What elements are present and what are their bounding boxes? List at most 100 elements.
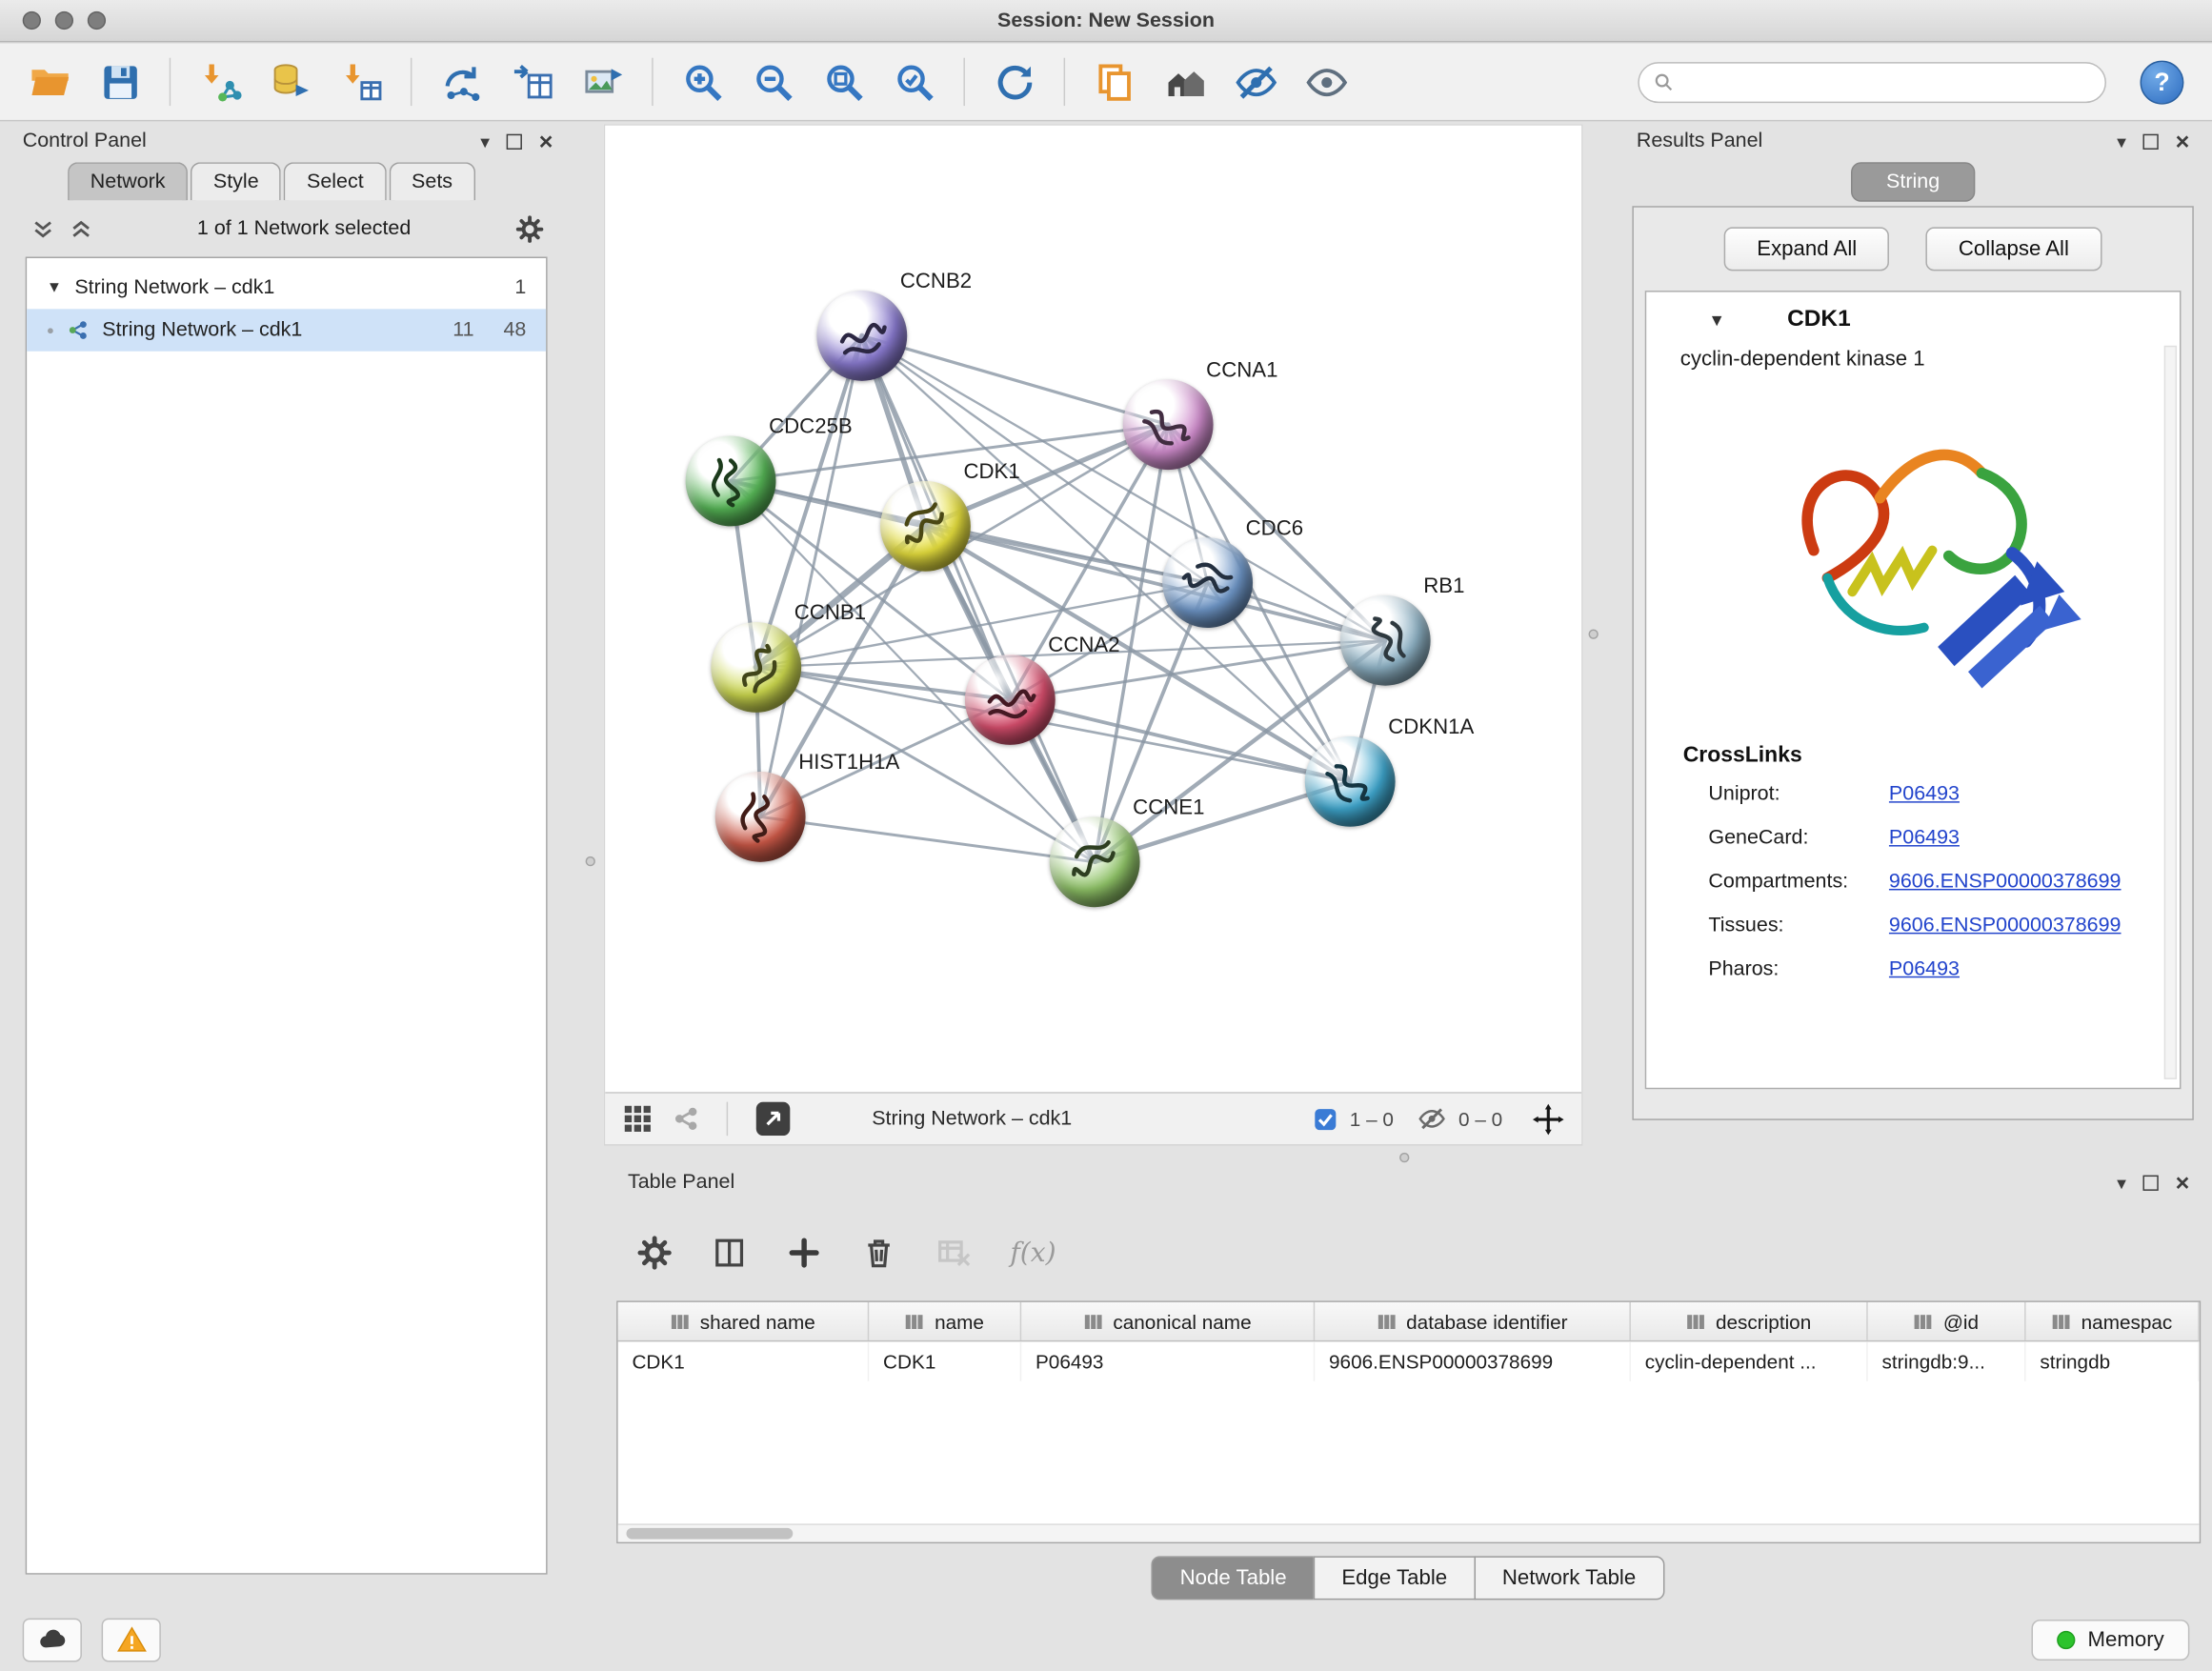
zoom-out-button[interactable]	[743, 52, 802, 111]
refresh-view-button[interactable]	[985, 52, 1044, 111]
panel-float-icon[interactable]	[2143, 1175, 2159, 1190]
save-session-button[interactable]	[90, 52, 150, 111]
cell-shared-name[interactable]: CDK1	[618, 1341, 870, 1380]
column-header[interactable]: shared name	[618, 1302, 870, 1340]
panel-float-icon[interactable]	[507, 133, 522, 149]
tab-node-table[interactable]: Node Table	[1152, 1556, 1315, 1600]
tab-edge-table[interactable]: Edge Table	[1314, 1556, 1476, 1600]
crosslink-link[interactable]: P06493	[1889, 957, 1960, 980]
delete-column-icon[interactable]	[860, 1235, 897, 1272]
column-header[interactable]: namespac	[2026, 1302, 2200, 1340]
network-row-selected[interactable]: ● String Network – cdk1 11 48	[27, 309, 546, 351]
network-node-CCNA2[interactable]	[965, 654, 1056, 745]
tab-select[interactable]: Select	[284, 162, 386, 200]
splitter-handle[interactable]	[1399, 1153, 1409, 1162]
window-close-button[interactable]	[23, 11, 41, 30]
column-header[interactable]: database identifier	[1315, 1302, 1631, 1340]
zoom-selected-button[interactable]	[885, 52, 944, 111]
tab-network[interactable]: Network	[68, 162, 188, 200]
hide-selected-button[interactable]	[1226, 52, 1285, 111]
tab-network-table[interactable]: Network Table	[1474, 1556, 1664, 1600]
cell-id[interactable]: stringdb:9...	[1868, 1341, 2026, 1380]
panel-menu-icon[interactable]: ▾	[480, 131, 490, 150]
collapse-all-button[interactable]: Collapse All	[1926, 227, 2101, 271]
collapse-all-icon[interactable]	[31, 216, 55, 240]
network-node-CCNE1[interactable]	[1050, 816, 1140, 907]
crosslink-link[interactable]: 9606.ENSP00000378699	[1889, 914, 2122, 936]
network-collection-row[interactable]: ▼ String Network – cdk1 1	[27, 267, 546, 309]
expand-all-button[interactable]: Expand All	[1724, 227, 1889, 271]
panel-close-icon[interactable]: ×	[539, 130, 553, 153]
selected-checkbox-icon[interactable]	[1313, 1107, 1337, 1131]
function-builder-button[interactable]: f(x)	[1010, 1238, 1056, 1269]
zoom-fit-button[interactable]	[814, 52, 873, 111]
crosslink-link[interactable]: P06493	[1889, 826, 1960, 849]
splitter-handle[interactable]	[1588, 629, 1598, 638]
window-zoom-button[interactable]	[88, 11, 106, 30]
network-canvas[interactable]: CCNB2CCNA1CDC25BCDK1CDC6RB1CCNB1CCNA2CDK…	[605, 126, 1581, 1092]
network-node-CCNA1[interactable]	[1123, 379, 1214, 470]
home-view-button[interactable]	[1156, 52, 1215, 111]
panel-close-icon[interactable]: ×	[2176, 1170, 2190, 1194]
network-node-CCNB1[interactable]	[711, 622, 801, 713]
scrollbar-thumb[interactable]	[627, 1528, 794, 1540]
column-header[interactable]: @id	[1868, 1302, 2026, 1340]
zoom-in-button[interactable]	[673, 52, 732, 111]
network-node-HIST1H1A[interactable]	[715, 772, 806, 862]
network-node-CDK1[interactable]	[880, 481, 971, 572]
tab-sets[interactable]: Sets	[389, 162, 474, 200]
tab-string[interactable]: String	[1851, 162, 1975, 201]
network-to-table-button[interactable]	[502, 52, 561, 111]
select-columns-icon[interactable]	[711, 1235, 748, 1272]
import-network-database-button[interactable]	[261, 52, 320, 111]
column-header[interactable]: canonical name	[1021, 1302, 1315, 1340]
panel-menu-icon[interactable]: ▾	[2117, 1173, 2126, 1191]
tab-style[interactable]: Style	[191, 162, 281, 200]
memory-button[interactable]: Memory	[2031, 1619, 2189, 1660]
grid-view-icon[interactable]	[622, 1103, 654, 1135]
clone-network-button[interactable]	[432, 52, 491, 111]
birdseye-navigator-icon[interactable]	[1532, 1102, 1564, 1135]
cell-name[interactable]: CDK1	[869, 1341, 1021, 1380]
expand-all-icon[interactable]	[70, 216, 93, 240]
table-row[interactable]: CDK1 CDK1 P06493 9606.ENSP00000378699 cy…	[618, 1341, 2200, 1380]
network-edge-CCNB2-CCNE1[interactable]	[862, 335, 1095, 861]
gene-card-header[interactable]: ▼ CDK1	[1646, 292, 2180, 336]
crosslink-link[interactable]: P06493	[1889, 782, 1960, 805]
splitter-handle[interactable]	[586, 856, 595, 866]
cloud-button[interactable]	[23, 1618, 82, 1661]
window-minimize-button[interactable]	[55, 11, 73, 30]
show-graphics-button[interactable]	[1297, 52, 1356, 111]
crosslink-link[interactable]: 9606.ENSP00000378699	[1889, 870, 2122, 893]
duplicate-document-button[interactable]	[1085, 52, 1144, 111]
network-node-CDKN1A[interactable]	[1305, 736, 1396, 827]
network-node-CDC6[interactable]	[1162, 537, 1253, 628]
disclosure-triangle-icon[interactable]: ▼	[1708, 310, 1725, 330]
cell-canonical-name[interactable]: P06493	[1021, 1341, 1315, 1380]
network-node-RB1[interactable]	[1340, 595, 1431, 686]
panel-float-icon[interactable]	[2143, 133, 2159, 149]
network-node-CDC25B[interactable]	[686, 436, 776, 527]
table-horizontal-scrollbar[interactable]	[618, 1523, 2200, 1541]
cell-namespace[interactable]: stringdb	[2026, 1341, 2200, 1380]
column-header[interactable]: description	[1631, 1302, 1868, 1340]
cell-database-identifier[interactable]: 9606.ENSP00000378699	[1315, 1341, 1631, 1380]
warnings-button[interactable]	[102, 1618, 161, 1661]
import-table-file-button[interactable]	[332, 52, 391, 111]
results-scrollbar[interactable]	[2164, 346, 2177, 1079]
gear-icon[interactable]	[515, 213, 545, 243]
panel-menu-icon[interactable]: ▾	[2117, 131, 2126, 150]
network-node-CCNB2[interactable]	[816, 291, 907, 381]
import-network-file-button[interactable]	[191, 52, 250, 111]
help-button[interactable]: ?	[2141, 60, 2184, 104]
panel-close-icon[interactable]: ×	[2176, 130, 2190, 153]
network-overview-icon[interactable]	[672, 1105, 700, 1134]
export-image-button[interactable]	[573, 52, 632, 111]
table-gear-icon[interactable]	[636, 1235, 674, 1272]
open-session-button[interactable]	[20, 52, 79, 111]
open-in-window-icon[interactable]	[754, 1102, 792, 1137]
create-column-icon[interactable]	[786, 1235, 823, 1272]
column-header[interactable]: name	[869, 1302, 1021, 1340]
cell-description[interactable]: cyclin-dependent ...	[1631, 1341, 1868, 1380]
network-edge-CCNB2-HIST1H1A[interactable]	[760, 335, 862, 816]
